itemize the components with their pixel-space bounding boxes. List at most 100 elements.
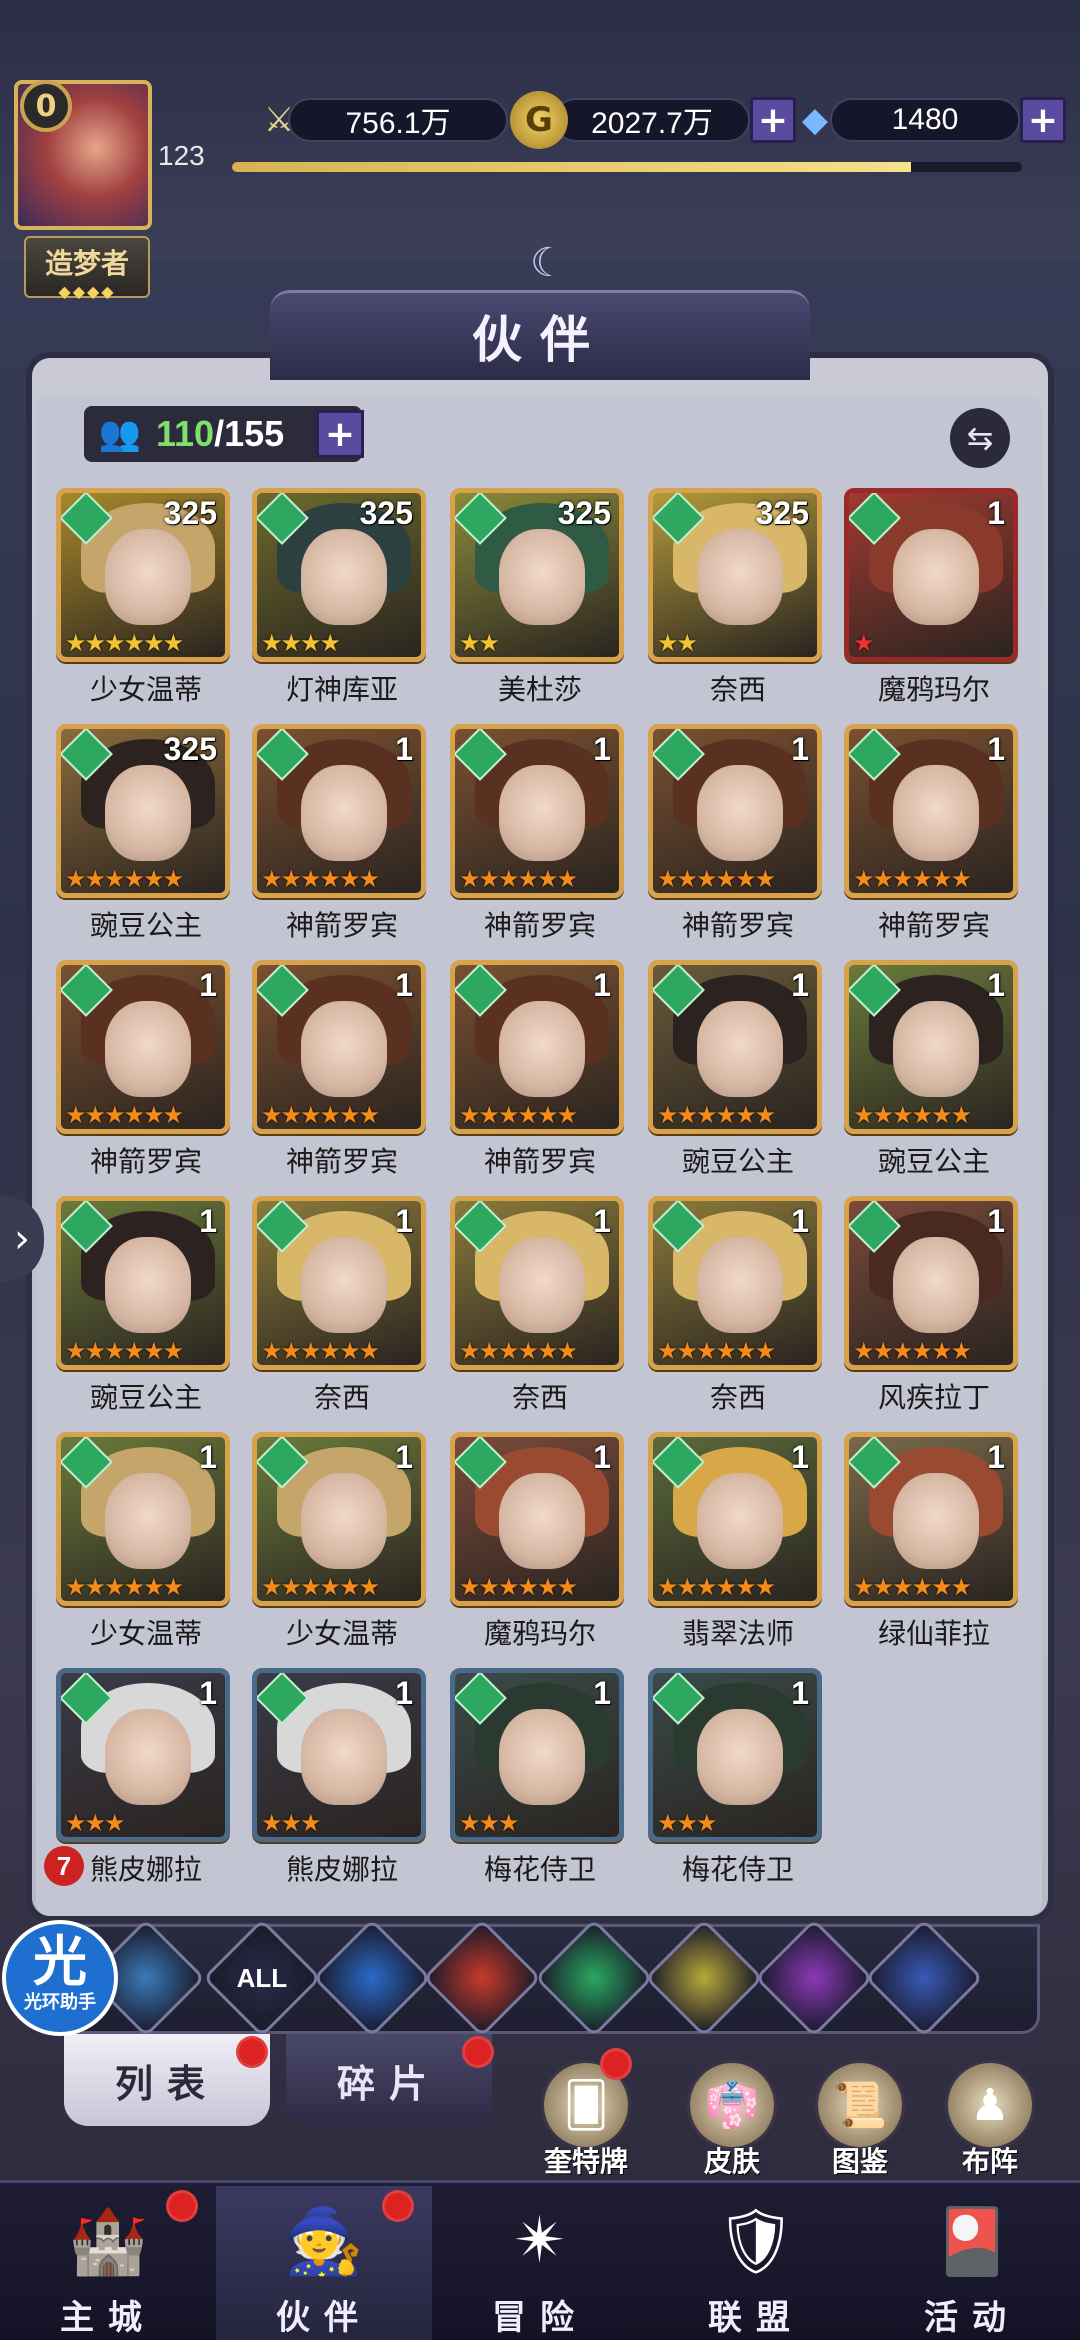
partner-card[interactable]: 1 ★★★★★★ <box>648 1432 822 1606</box>
partner-level: 1 <box>395 1439 413 1475</box>
star-rating-icon: ★★★★★★ <box>459 1101 578 1129</box>
partner-name: 少女温蒂 <box>89 1617 202 1650</box>
experience-bar <box>232 162 1022 172</box>
notification-dot <box>236 2036 268 2068</box>
nav-events[interactable]: 🎴 活动 <box>864 2186 1080 2340</box>
partner-card[interactable]: 1 ★★★ <box>56 1668 230 1842</box>
partner-card[interactable]: 1 ★★★★★★ <box>56 960 230 1134</box>
tab-fragments[interactable]: 碎片 <box>286 2034 492 2126</box>
partner-level: 1 <box>791 1439 809 1475</box>
nav-partners-icon: 🧙 <box>284 2204 364 2279</box>
partner-name: 豌豆公主 <box>681 1145 794 1178</box>
portrait-face <box>893 1237 979 1333</box>
partner-card[interactable]: 1 ★★★★★★ <box>252 960 426 1134</box>
nav-alliance[interactable]: 🛡 联盟 <box>648 2186 864 2340</box>
tool-cards-button[interactable]: 🂠 奎特牌 <box>526 2060 646 2180</box>
partner-card[interactable]: 1 ★★★★★★ <box>56 1432 230 1606</box>
partner-card[interactable]: 1 ★★★★★★ <box>844 960 1018 1134</box>
partner-level: 1 <box>987 495 1005 531</box>
tool-skins-button[interactable]: 👘 皮肤 <box>672 2060 792 2180</box>
star-rating-icon: ★★★★★★ <box>853 1101 972 1129</box>
partner-count-current: 110 <box>156 413 215 454</box>
star-rating-icon: ★★★★★★ <box>853 865 972 893</box>
star-rating-icon: ★★★★★★ <box>65 1573 184 1601</box>
nav-adventure-label: 冒险 <box>492 2298 588 2338</box>
partner-card[interactable]: 325 ★★★★★★ <box>56 724 230 898</box>
partner-level: 325 <box>755 495 809 531</box>
partner-name: 神箭罗宾 <box>285 1145 398 1178</box>
portrait-face <box>301 1473 387 1569</box>
sort-swap-icon[interactable]: ⇆ <box>950 408 1010 468</box>
partner-card[interactable]: 325 ★★★★ <box>252 488 426 662</box>
partners-icon: 👥 <box>98 414 142 454</box>
partner-card[interactable]: 1 ★★★★★★ <box>252 724 426 898</box>
partner-level: 1 <box>593 967 611 1003</box>
notification-dot <box>462 2036 494 2068</box>
page-title: 伙伴 <box>472 311 608 369</box>
nav-adventure[interactable]: ✴ 冒险 <box>432 2186 648 2340</box>
partner-card[interactable]: 1 ★★★★★★ <box>844 724 1018 898</box>
partner-name: 神箭罗宾 <box>483 909 596 942</box>
partner-card[interactable]: 1 ★★★★★★ <box>648 724 822 898</box>
partner-name: 灯神库亚 <box>285 673 398 706</box>
portrait-face <box>697 529 783 625</box>
partner-card[interactable]: 1 ★★★★★★ <box>252 1432 426 1606</box>
star-rating-icon: ★★★★ <box>261 629 341 657</box>
partner-level: 1 <box>791 1675 809 1711</box>
partner-card[interactable]: 1 ★★★★★★ <box>450 724 624 898</box>
star-rating-icon: ★★★★★★ <box>261 865 380 893</box>
partner-card[interactable]: 1 ★★★★★★ <box>648 960 822 1134</box>
add-diamond-button[interactable]: + <box>1020 97 1066 143</box>
partner-name: 奈西 <box>313 1381 370 1414</box>
partner-card[interactable]: 1 ★★★★★★ <box>450 1432 624 1606</box>
partner-card[interactable]: 1 ★★★★★★ <box>844 1196 1018 1370</box>
star-rating-icon: ★★★★★★ <box>261 1101 380 1129</box>
helper-assistant-button[interactable]: 光 光环助手 <box>2 1920 118 2036</box>
portrait-face <box>893 765 979 861</box>
star-rating-icon: ★★★★★★ <box>65 1101 184 1129</box>
tool-codex-button[interactable]: 📜 图鉴 <box>800 2060 920 2180</box>
partner-level: 325 <box>163 731 217 767</box>
partner-card[interactable]: 1 ★★★ <box>648 1668 822 1842</box>
partner-card[interactable]: 1 ★★★★★★ <box>56 1196 230 1370</box>
partner-name: 豌豆公主 <box>89 1381 202 1414</box>
diamond-value: 1480 <box>830 98 1020 142</box>
portrait-face <box>499 1709 585 1805</box>
chat-unread-badge: 7 <box>44 1846 84 1886</box>
partner-card[interactable]: 325 ★★★★★★ <box>56 488 230 662</box>
partner-card[interactable]: 1 ★★★★★★ <box>648 1196 822 1370</box>
partner-level: 1 <box>791 731 809 767</box>
tool-formation-button[interactable]: ♟ 布阵 <box>930 2060 1050 2180</box>
partner-name: 神箭罗宾 <box>89 1145 202 1178</box>
partner-level: 1 <box>199 1439 217 1475</box>
expand-capacity-button[interactable]: + <box>316 410 364 458</box>
nav-adventure-icon: ✴ <box>513 2204 567 2278</box>
portrait-face <box>697 1709 783 1805</box>
partner-name: 神箭罗宾 <box>681 909 794 942</box>
partner-card[interactable]: 325 ★★ <box>450 488 624 662</box>
filter-label: ALL <box>236 1962 288 1993</box>
partner-card[interactable]: 1 ★★★★★★ <box>450 1196 624 1370</box>
portrait-face <box>105 765 191 861</box>
partner-level: 1 <box>987 1439 1005 1475</box>
partner-card[interactable]: 1 ★ <box>844 488 1018 662</box>
partner-level: 1 <box>199 1203 217 1239</box>
portrait-face <box>499 1001 585 1097</box>
partner-card[interactable]: 1 ★★★ <box>450 1668 624 1842</box>
partner-card[interactable]: 325 ★★ <box>648 488 822 662</box>
partner-name: 豌豆公主 <box>877 1145 990 1178</box>
partner-card[interactable]: 1 ★★★★★★ <box>252 1196 426 1370</box>
partner-name: 少女温蒂 <box>89 673 202 706</box>
partner-card[interactable]: 1 ★★★★★★ <box>844 1432 1018 1606</box>
portrait-face <box>301 1709 387 1805</box>
nav-events-label: 活动 <box>924 2298 1020 2338</box>
partner-card[interactable]: 1 ★★★★★★ <box>450 960 624 1134</box>
tool-formation-label: 布阵 <box>961 2145 1018 2178</box>
partner-level: 1 <box>395 1203 413 1239</box>
star-rating-icon: ★★★★★★ <box>459 1573 578 1601</box>
portrait-face <box>301 529 387 625</box>
nav-partners-label: 伙伴 <box>276 2298 372 2338</box>
star-rating-icon: ★★★ <box>65 1809 126 1837</box>
partner-card[interactable]: 1 ★★★ <box>252 1668 426 1842</box>
player-title-badge[interactable]: 造梦者 ◆◆◆◆ <box>24 236 150 301</box>
